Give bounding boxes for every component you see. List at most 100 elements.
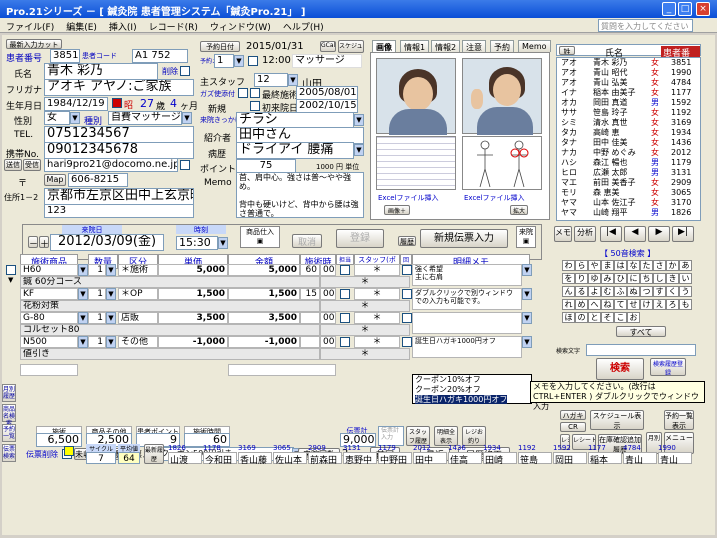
recent-patient-button[interactable]: 恵野中 xyxy=(343,452,377,466)
patient-list-row[interactable]: アオ 青木 彩乃 女 3851 xyxy=(557,58,700,68)
row-memo-field[interactable]: 誕生日ハガキ1000円オフ xyxy=(412,336,522,358)
schedule-display-button[interactable]: スケジュール表示 xyxy=(590,410,644,430)
patient-photo-1[interactable] xyxy=(376,58,456,135)
row-min-field[interactable]: 00 xyxy=(320,288,336,300)
kana-button[interactable]: う xyxy=(679,286,692,297)
row-item-dropdown-icon[interactable]: ▼ xyxy=(78,288,88,300)
tel-field[interactable]: 0751234567 xyxy=(44,126,194,143)
row-times-checkbox[interactable] xyxy=(402,337,412,347)
row-qty-field[interactable]: 1 xyxy=(88,288,106,300)
first-checkbox[interactable] xyxy=(250,101,260,111)
date-plus-button[interactable]: ＋ xyxy=(39,236,49,248)
new-slip-button[interactable]: 新規伝票入力 xyxy=(420,229,508,248)
kana-button[interactable]: き xyxy=(666,273,679,284)
kana-button[interactable]: し xyxy=(653,273,666,284)
kana-button[interactable]: つ xyxy=(640,286,653,297)
reserve-date-button[interactable]: 予約日付 xyxy=(200,41,240,52)
mail-receive-button[interactable]: 受信 xyxy=(23,159,41,171)
row-qty-field[interactable]: 1 xyxy=(88,264,106,276)
delete-slip-label[interactable]: 伝票削除 xyxy=(26,449,58,460)
mail-field[interactable]: hari9pro21@docomo.ne.jp xyxy=(44,158,178,172)
patient-list-row[interactable]: ヒロ 広瀬 太郎 男 3131 xyxy=(557,168,700,178)
row-memo-dropdown-icon[interactable]: ▼ xyxy=(522,264,532,276)
row-staff-field[interactable]: ＊ xyxy=(354,264,400,276)
kana-button[interactable]: を xyxy=(562,273,575,284)
patient-list-row[interactable]: アオ 青山 弘美 女 4784 xyxy=(557,78,700,88)
row-time-field[interactable] xyxy=(300,336,320,348)
recent-patient-button[interactable]: 岡田 xyxy=(553,452,587,466)
first-date-field[interactable]: 2002/10/15 xyxy=(296,99,358,113)
recent-patient-button[interactable]: 佐山本 xyxy=(273,452,307,466)
kana-button[interactable]: よ xyxy=(588,286,601,297)
patient-list-row[interactable]: オカ 岡田 真道 男 1592 xyxy=(557,98,700,108)
coupon-list[interactable]: クーポン10%オフ クーポン20%オフ 誕生日ハガキ1000円オフ xyxy=(412,374,532,404)
row-qty-field[interactable]: 1 xyxy=(88,336,106,348)
row-min-field[interactable]: 00 xyxy=(320,264,336,276)
row-time-field[interactable]: 60 xyxy=(300,264,320,276)
recent-patient-button[interactable]: 笹島 xyxy=(518,452,552,466)
kana-button[interactable]: あ xyxy=(679,260,692,271)
kana-button[interactable]: ら xyxy=(575,260,588,271)
address1-field[interactable]: 京都市左京区田中上玄京町 xyxy=(44,188,194,205)
recent-patient-button[interactable]: 田崎 xyxy=(483,452,517,466)
history-small-button[interactable]: 履歴 xyxy=(398,236,416,246)
close-icon[interactable]: × xyxy=(696,2,710,16)
patient-code-field[interactable]: A1 752 xyxy=(132,49,188,63)
register-button[interactable]: 登録 xyxy=(336,229,384,248)
cr-button[interactable]: CR xyxy=(560,422,586,432)
row-price-field[interactable]: 5,000 xyxy=(158,264,228,276)
kana-button[interactable]: ろ xyxy=(666,299,679,310)
staff-no-field[interactable]: 12 xyxy=(254,73,288,87)
row-qty-field[interactable]: 1 xyxy=(88,312,106,324)
row-item-field[interactable]: H60 xyxy=(20,264,78,276)
row-times-checkbox[interactable] xyxy=(402,265,412,275)
slip-search-button[interactable]: 伝票検索 xyxy=(2,444,16,462)
kana-button[interactable]: お xyxy=(627,312,640,323)
kana-button[interactable]: ち xyxy=(640,273,653,284)
gaz-checkbox[interactable] xyxy=(238,88,248,98)
patient-list-row[interactable]: ヤマ 山崎 翔平 男 1826 xyxy=(557,208,700,218)
kana-button[interactable]: そ xyxy=(601,312,614,323)
gcal-button[interactable]: GCal xyxy=(320,41,336,52)
kana-button[interactable]: か xyxy=(666,260,679,271)
row-item-field-empty[interactable] xyxy=(20,364,78,376)
kana-button[interactable]: ひ xyxy=(614,273,627,284)
recent-patient-button[interactable]: 山渡 xyxy=(168,452,202,466)
kana-button[interactable]: も xyxy=(679,299,692,310)
row-select-checkbox[interactable] xyxy=(6,265,16,275)
latest-history-button[interactable]: 最新履歴 xyxy=(144,444,164,464)
maximize-icon[interactable]: □ xyxy=(678,2,692,16)
staff-history-button[interactable]: スタッフ履歴 xyxy=(406,426,430,446)
row-qty-dropdown-icon[interactable]: ▼ xyxy=(106,288,116,300)
recent-patient-button[interactable]: 前森田 xyxy=(308,452,342,466)
row-qty-dropdown-icon[interactable]: ▼ xyxy=(106,336,116,348)
row-times-checkbox[interactable] xyxy=(402,313,412,323)
staff-dropdown-icon[interactable]: ▼ xyxy=(288,74,298,86)
patient-list-row[interactable]: ハシ 森江 暢也 男 1179 xyxy=(557,158,700,168)
sex-select[interactable]: 女 xyxy=(44,111,70,125)
tab-memo[interactable]: Memo xyxy=(518,40,551,52)
postcard-button[interactable]: ハガキ xyxy=(560,410,586,420)
row-memo-field[interactable]: 強く希望 主に右肩 xyxy=(412,264,522,286)
chart-thumbnail[interactable] xyxy=(376,136,456,190)
kana-button[interactable]: け xyxy=(640,299,653,310)
schedule-register-button[interactable]: スケジュール登録 xyxy=(338,40,364,53)
disease-field[interactable]: ドライアイ 腰痛 xyxy=(236,142,354,159)
kana-button[interactable]: さ xyxy=(653,260,666,271)
kana-button[interactable]: す xyxy=(653,286,666,297)
row-memo-field[interactable] xyxy=(412,312,522,334)
menu-help[interactable]: ヘルプ(H) xyxy=(277,18,330,35)
reserve-count-field[interactable]: 1 xyxy=(214,54,234,68)
trigger-dropdown-icon[interactable]: ▼ xyxy=(354,114,364,126)
reserve-checkbox[interactable] xyxy=(248,56,258,66)
kana-button[interactable]: と xyxy=(588,312,601,323)
search-history-register-button[interactable]: 検索履歴登録 xyxy=(650,358,686,376)
prev-record-icon[interactable]: ◀ xyxy=(624,226,646,242)
kana-button[interactable]: ほ xyxy=(562,312,575,323)
row-memo-dropdown-icon[interactable]: ▼ xyxy=(522,312,532,324)
recent-patient-button[interactable]: 稲本 xyxy=(588,452,622,466)
recent-patient-button[interactable]: 青山 xyxy=(623,452,657,466)
show-all-details-button[interactable]: 明細全表示 xyxy=(434,426,458,446)
kana-button[interactable]: む xyxy=(601,286,614,297)
kana-button[interactable]: の xyxy=(575,312,588,323)
